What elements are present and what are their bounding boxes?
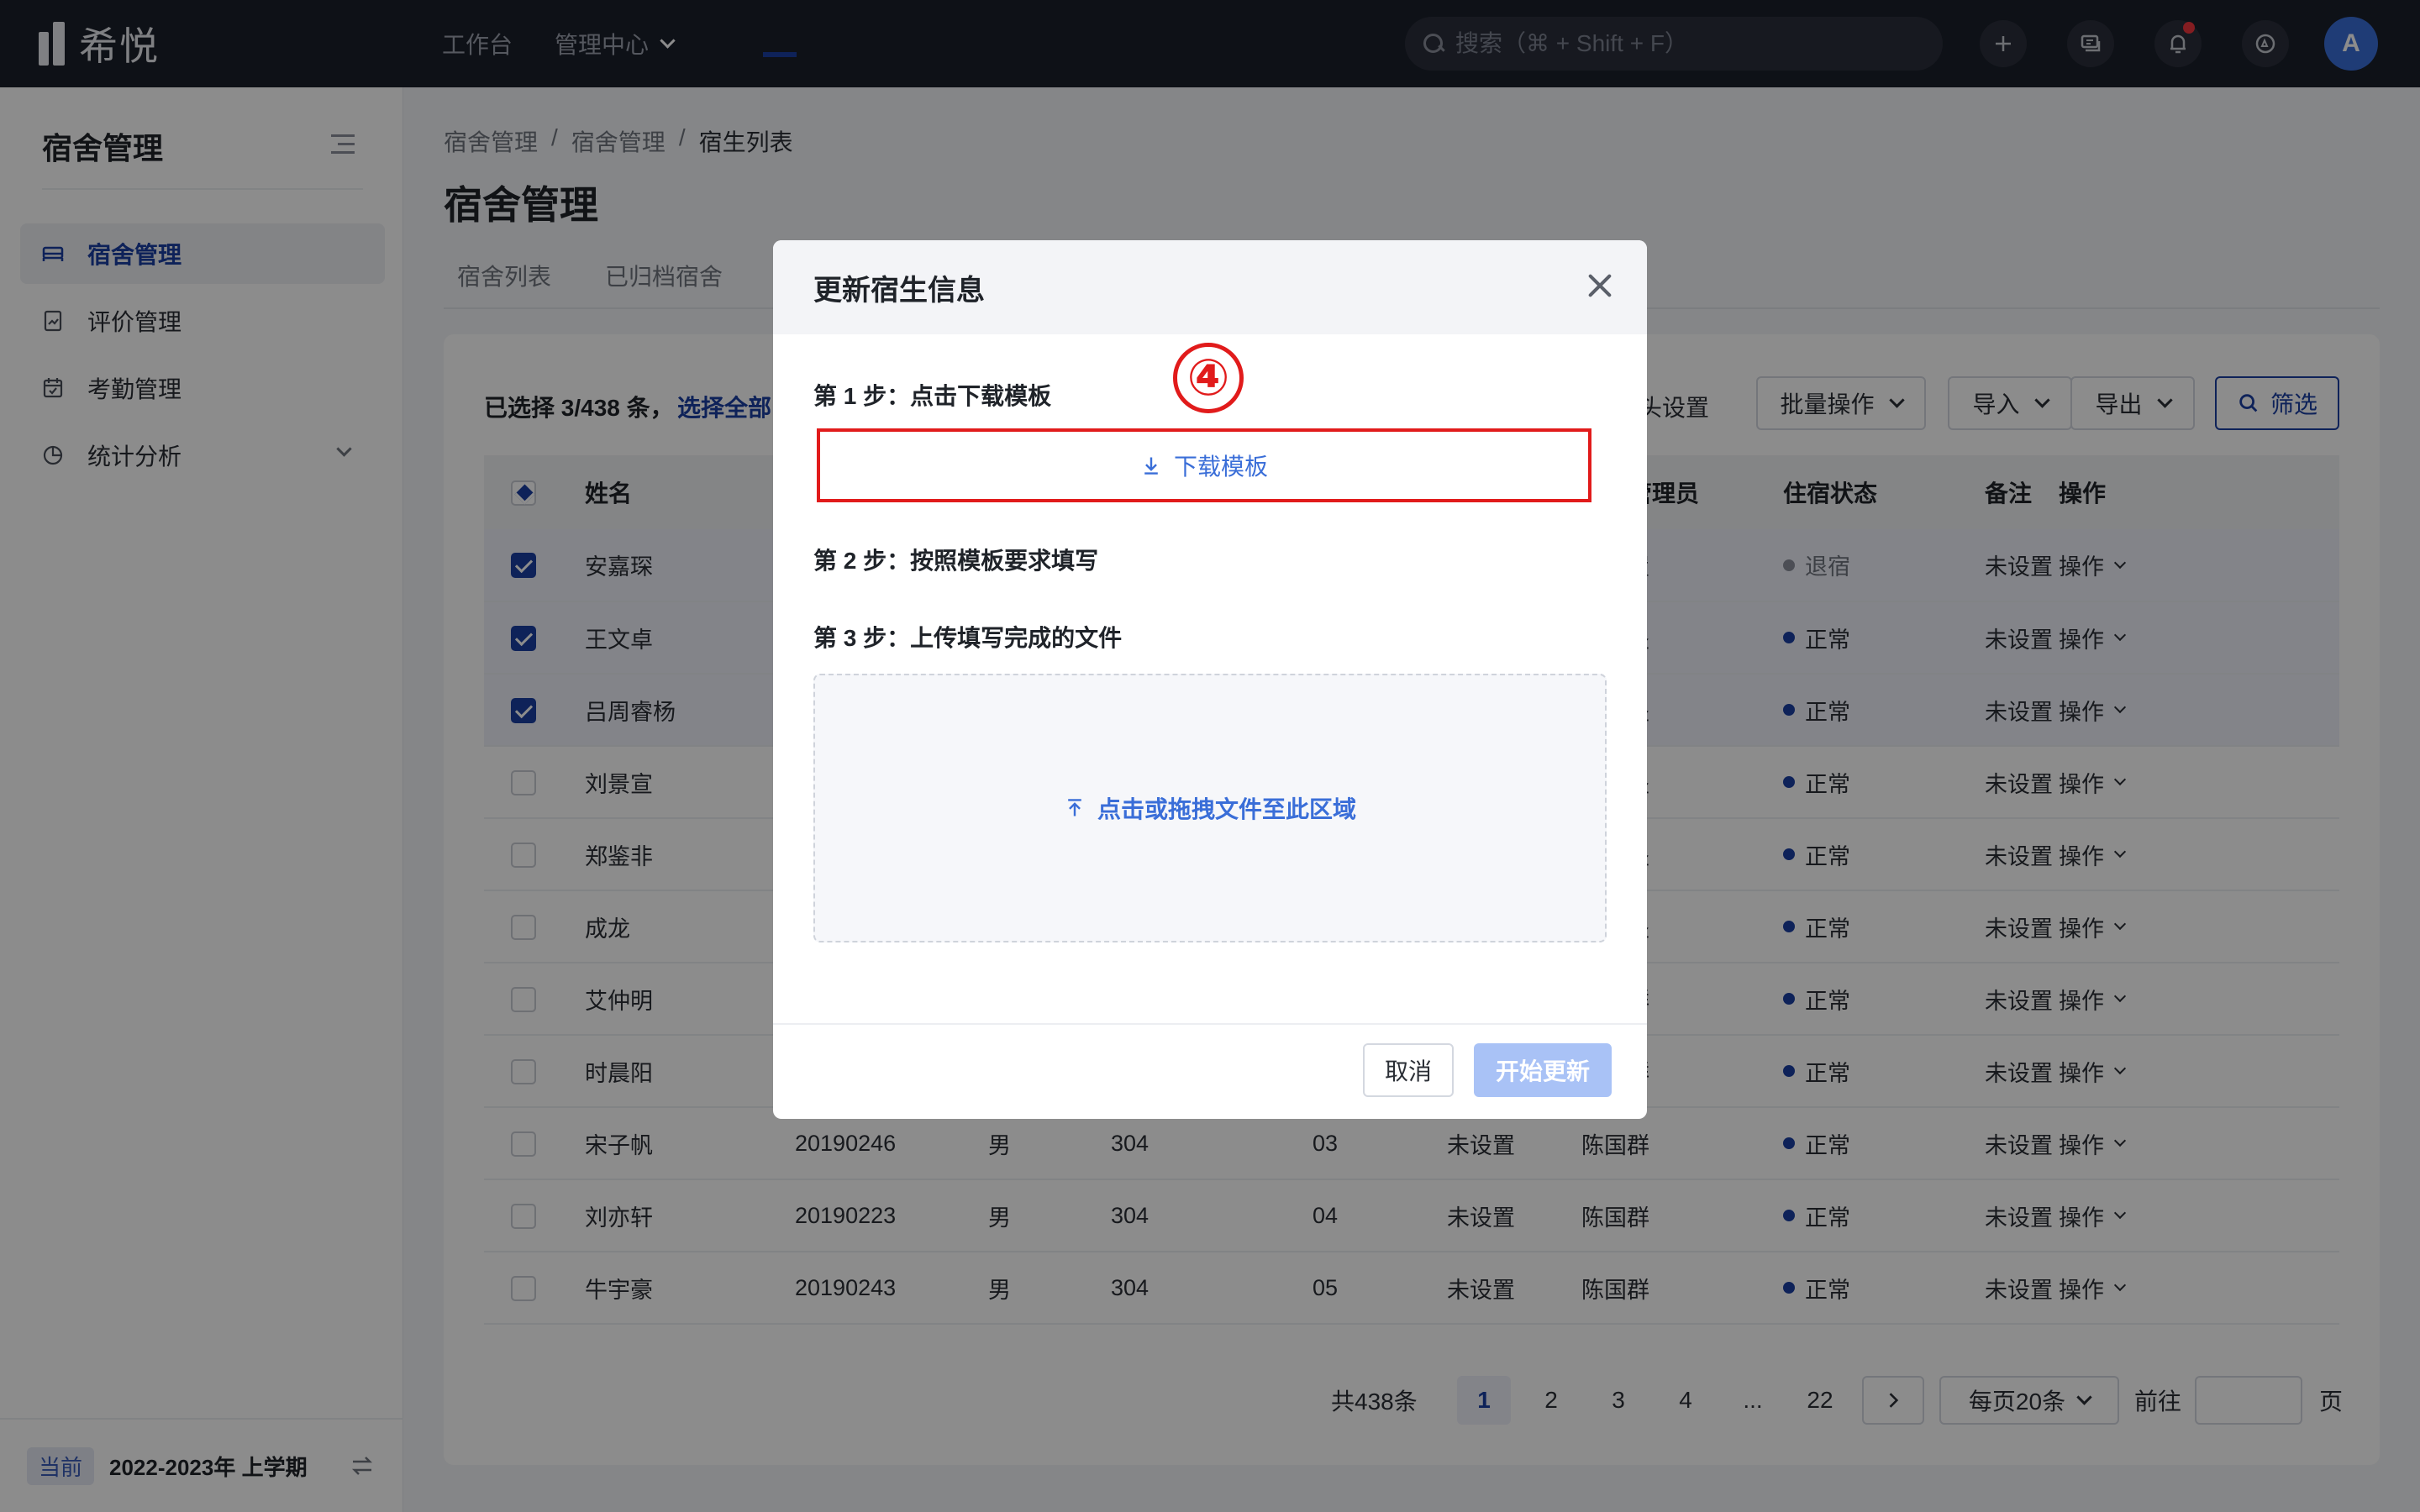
close-icon[interactable] (1585, 270, 1615, 301)
download-template-button[interactable]: 下载模板 (817, 428, 1591, 502)
dropzone-label: 点击或拖拽文件至此区域 (1097, 796, 1356, 822)
step-3-label: 第 3 步：上传填写完成的文件 (813, 625, 1123, 651)
upload-icon (1068, 799, 1081, 816)
update-students-modal: 更新宿生信息 第 1 步：点击下载模板 ④ 下载模板 第 2 步：按照模板要求填… (773, 240, 1647, 1119)
modal-title: 更新宿生信息 (813, 275, 985, 307)
download-template-label: 下载模板 (1173, 454, 1268, 480)
file-dropzone[interactable]: 点击或拖拽文件至此区域 (813, 674, 1607, 942)
step-2-label: 第 2 步：按照模板要求填写 (813, 548, 1099, 574)
start-update-button[interactable]: 开始更新 (1474, 1043, 1612, 1097)
annotation-step-marker: ④ (1173, 343, 1244, 413)
modal-header: 更新宿生信息 (773, 240, 1647, 334)
download-icon (1144, 457, 1158, 475)
cancel-button[interactable]: 取消 (1363, 1043, 1454, 1097)
step-1-label: 第 1 步：点击下载模板 (813, 383, 1052, 409)
